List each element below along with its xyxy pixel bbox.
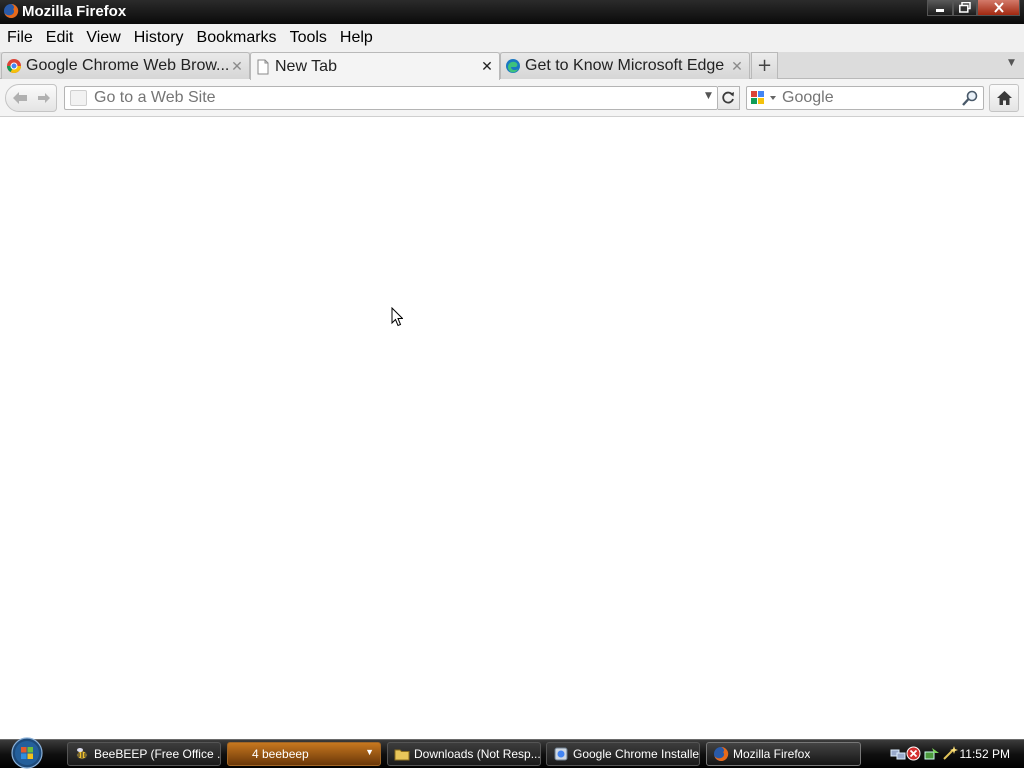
installer-icon [554,747,568,761]
home-button[interactable] [989,84,1019,112]
tab-strip: Google Chrome Web Brow... ✕ New Tab ✕ Ge… [0,52,1024,80]
menu-view[interactable]: View [81,29,125,47]
close-window-button[interactable] [977,0,1020,16]
close-tab-icon[interactable]: ✕ [479,58,495,75]
chrome-icon [7,59,21,73]
firefox-icon [4,3,19,18]
search-bar[interactable] [746,86,984,110]
close-tab-icon[interactable]: ✕ [729,58,745,75]
back-icon[interactable] [11,90,29,106]
minimize-button[interactable] [927,0,953,16]
folder-icon [394,749,410,761]
minimize-icon [936,8,944,12]
menu-file[interactable]: File [2,29,38,47]
beebeep-icon [76,748,88,760]
new-tab-button[interactable]: + [751,52,778,79]
window-titlebar: Mozilla Firefox [0,0,1024,24]
page-icon [257,59,269,74]
home-icon [997,91,1012,105]
taskbar-item-label: BeeBEEP (Free Office ... [94,747,220,761]
window-title: Mozilla Firefox [22,3,127,20]
tab-list-icon[interactable]: ▼ [1008,58,1015,68]
magic-wand-icon[interactable] [942,745,958,761]
forward-icon[interactable] [36,91,52,105]
site-identity-icon[interactable] [70,90,87,106]
menu-history[interactable]: History [129,29,189,47]
close-icon [993,2,1004,13]
taskbar-item-firefox[interactable]: Mozilla Firefox [706,742,861,766]
menu-bookmarks[interactable]: Bookmarks [192,29,282,47]
system-tray: 11:52 PM [886,740,1024,768]
menu-bar: File Edit View History Bookmarks Tools H… [0,24,1024,52]
taskbar-item-chrome-installer[interactable]: Google Chrome Installer [546,742,700,766]
tab-label: Get to Know Microsoft Edge [525,57,725,74]
address-input[interactable] [94,88,694,108]
menu-help[interactable]: Help [335,29,378,47]
taskbar-item-label: 4 beebeep [252,747,309,761]
back-forward-group [5,84,57,112]
taskbar-item-downloads[interactable]: Downloads (Not Resp... [387,742,541,766]
taskbar-item-beebeep-office[interactable]: BeeBEEP (Free Office ... [67,742,221,766]
tab-chrome-download[interactable]: Google Chrome Web Brow... ✕ [1,52,250,79]
google-icon[interactable] [750,90,780,106]
mouse-cursor-icon [391,307,403,327]
group-expand-icon: ▼ [365,747,374,757]
start-orb-icon[interactable] [4,736,50,770]
edge-icon [506,59,520,73]
restore-icon [959,2,971,13]
menu-edit[interactable]: Edit [41,29,79,47]
taskbar-group-beebeep[interactable]: 4 beebeep ▼ [227,742,381,766]
search-icon[interactable] [961,90,979,106]
search-input[interactable] [782,88,957,108]
navigation-toolbar: ▼ [0,79,1024,117]
tab-label: Google Chrome Web Brow... [26,57,229,74]
close-tab-icon[interactable]: ✕ [229,58,245,75]
menu-tools[interactable]: Tools [285,29,332,47]
restore-button[interactable] [953,0,977,16]
network-icon[interactable] [890,746,906,762]
address-bar[interactable]: ▼ [64,86,718,110]
security-alert-icon[interactable] [906,746,921,761]
taskbar-item-label: Google Chrome Installer [573,747,699,761]
firefox-icon [714,746,729,761]
tab-microsoft-edge[interactable]: Get to Know Microsoft Edge ✕ [500,52,750,79]
tab-label: New Tab [275,57,337,75]
taskbar: BeeBEEP (Free Office ... 4 beebeep ▼ Dow… [0,736,1024,770]
reload-icon [722,91,734,104]
taskbar-item-label: Mozilla Firefox [733,747,811,761]
history-dropdown-icon[interactable]: ▼ [705,91,712,101]
connection-icon[interactable] [924,746,940,762]
reload-button[interactable] [718,86,740,110]
tab-new-tab[interactable]: New Tab ✕ [250,52,500,80]
page-content[interactable] [0,117,1024,739]
clock[interactable]: 11:52 PM [960,747,1010,761]
taskbar-item-label: Downloads (Not Resp... [414,747,540,761]
